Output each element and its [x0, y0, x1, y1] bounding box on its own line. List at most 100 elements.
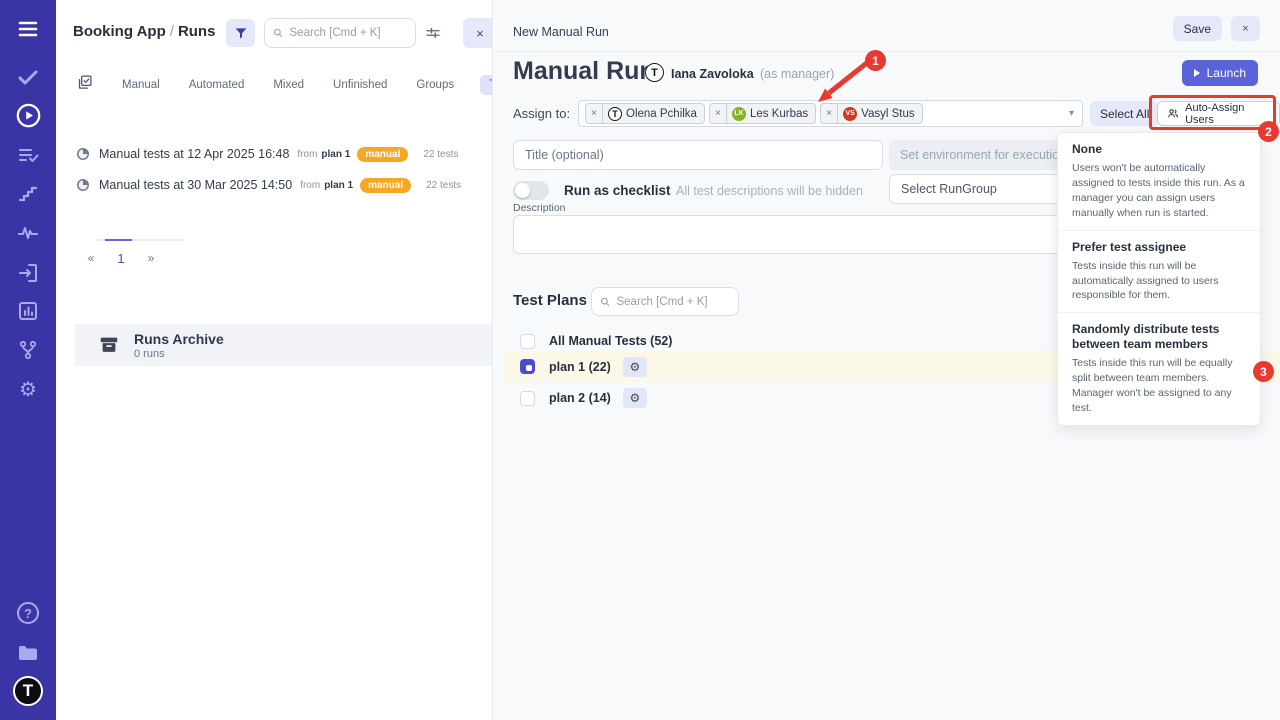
- breadcrumb-project[interactable]: Booking App: [73, 23, 166, 40]
- tab-mixed[interactable]: Mixed: [273, 79, 304, 91]
- runs-archive-row[interactable]: Runs Archive 0 runs: [75, 324, 493, 366]
- run-title: Manual tests at 30 Mar 2025 14:50: [99, 178, 292, 192]
- run-list-item[interactable]: Manual tests at 30 Mar 2025 14:50 from p…: [76, 174, 486, 196]
- run-type-badge: manual: [357, 147, 408, 162]
- plan-label[interactable]: plan 1 (22): [549, 360, 611, 374]
- settings-gear-icon[interactable]: ⚙: [0, 375, 56, 405]
- option-description: Tests inside this run will be equally sp…: [1072, 356, 1246, 416]
- help-glyph: ?: [24, 606, 32, 621]
- main-topbar: New Manual Run Save ×: [494, 0, 1280, 52]
- play-icon: [1194, 69, 1200, 77]
- close-panel-button[interactable]: ×: [1231, 16, 1260, 41]
- run-test-count: 22 tests: [426, 180, 461, 191]
- assign-to-label: Assign to:: [513, 106, 570, 121]
- remove-assignee-icon[interactable]: ×: [586, 104, 603, 123]
- plan1-checkbox[interactable]: [520, 359, 535, 374]
- analytics-icon[interactable]: [0, 296, 56, 326]
- runs-tabs: Manual Automated Mixed Unfinished Groups…: [56, 72, 492, 98]
- option-description: Tests inside this run will be automatica…: [1072, 259, 1246, 304]
- help-icon[interactable]: ?: [0, 598, 56, 628]
- run-plan-name: plan 1: [321, 149, 350, 160]
- pagination-next[interactable]: »: [136, 251, 166, 265]
- pagination: « 1 »: [76, 248, 216, 268]
- search-icon: [600, 296, 610, 308]
- description-label: Description: [513, 202, 566, 214]
- panel-close-button[interactable]: ×: [463, 18, 493, 48]
- option-prefer-assignee[interactable]: Prefer test assignee Tests inside this r…: [1058, 230, 1260, 313]
- tests-check-icon[interactable]: [0, 62, 56, 92]
- run-list-item[interactable]: Manual tests at 12 Apr 2025 16:48 from p…: [76, 143, 486, 165]
- archive-count: 0 runs: [134, 348, 224, 360]
- plan1-gear-button[interactable]: ⚙: [623, 357, 647, 377]
- filter-button[interactable]: [226, 19, 255, 47]
- assignee-name: Olena Pchilka: [626, 108, 704, 120]
- pagination-prev[interactable]: «: [76, 251, 106, 265]
- run-title: Manual tests at 12 Apr 2025 16:48: [99, 147, 289, 161]
- run-title-input[interactable]: [513, 140, 883, 170]
- all-manual-tests-checkbox[interactable]: [520, 334, 535, 349]
- test-plans-search: [591, 287, 739, 316]
- users-icon: [1167, 107, 1179, 120]
- runs-play-icon[interactable]: [0, 100, 56, 130]
- menu-icon[interactable]: [0, 14, 56, 44]
- app-window: ⚙ ? T Booking App/Runs ×: [0, 0, 1280, 720]
- funnel-icon: [233, 25, 249, 41]
- branch-icon[interactable]: [0, 335, 56, 365]
- assignee-chip: × VS Vasyl Stus: [820, 103, 922, 124]
- avatar: T: [608, 107, 622, 121]
- page-title: Manual Run: [513, 57, 655, 86]
- tab-automated[interactable]: Automated: [189, 79, 245, 91]
- assignee-name: Les Kurbas: [750, 108, 815, 120]
- option-random-distribute[interactable]: Randomly distribute tests between team m…: [1058, 312, 1260, 425]
- close-icon: ×: [1242, 23, 1248, 35]
- breadcrumb-separator: /: [166, 23, 178, 40]
- suites-list-icon[interactable]: [0, 140, 56, 170]
- assignee-chip: × LK Les Kurbas: [709, 103, 816, 124]
- plan2-checkbox[interactable]: [520, 391, 535, 406]
- archive-title: Runs Archive: [134, 331, 224, 347]
- assignee-chip: × T Olena Pchilka: [585, 103, 705, 124]
- test-plans-search-input[interactable]: [616, 296, 730, 308]
- option-title: Randomly distribute tests between team m…: [1072, 322, 1246, 352]
- runs-search-input[interactable]: [290, 27, 407, 39]
- run-as-checklist-toggle[interactable]: [513, 181, 549, 200]
- import-icon[interactable]: [0, 258, 56, 288]
- select-runs-icon[interactable]: [76, 74, 93, 96]
- annotation-step-2: 2: [1258, 121, 1279, 142]
- annotation-step-1: 1: [865, 50, 886, 71]
- assign-multiselect[interactable]: × T Olena Pchilka × LK Les Kurbas × VS V…: [578, 100, 1083, 127]
- plan2-gear-button[interactable]: ⚙: [623, 388, 647, 408]
- gear-icon: ⚙: [629, 360, 640, 374]
- option-title: None: [1072, 142, 1246, 157]
- steps-icon[interactable]: [0, 178, 56, 208]
- launch-button[interactable]: Launch: [1182, 60, 1258, 86]
- folder-icon[interactable]: [0, 638, 56, 668]
- test-plans-title: Test Plans: [513, 292, 587, 309]
- option-none[interactable]: None Users won't be automatically assign…: [1058, 133, 1260, 230]
- plan-label[interactable]: All Manual Tests (52): [549, 334, 672, 348]
- logo-letter: T: [23, 681, 33, 701]
- pagination-page-1[interactable]: 1: [106, 251, 136, 266]
- assignee-name: Vasyl Stus: [861, 108, 921, 120]
- pulse-icon[interactable]: [0, 218, 56, 248]
- tab-manual[interactable]: Manual: [122, 79, 160, 91]
- app-sidebar: ⚙ ? T: [0, 0, 56, 720]
- run-from-label: from: [300, 180, 320, 191]
- select-all-button[interactable]: Select All: [1090, 101, 1159, 126]
- app-logo[interactable]: T: [0, 676, 56, 706]
- breadcrumb: Booking App/Runs: [73, 23, 215, 40]
- tab-unfinished[interactable]: Unfinished: [333, 79, 387, 91]
- remove-assignee-icon[interactable]: ×: [821, 104, 838, 123]
- remove-assignee-icon[interactable]: ×: [710, 104, 727, 123]
- save-button[interactable]: Save: [1173, 16, 1222, 41]
- tune-sliders-icon[interactable]: [424, 24, 446, 44]
- avatar: VS: [843, 107, 857, 121]
- tab-to-review[interactable]: To Review: [480, 75, 493, 95]
- chevron-down-icon[interactable]: ▾: [1069, 108, 1074, 119]
- archive-box-icon: [98, 334, 120, 356]
- close-icon: ×: [476, 26, 484, 41]
- tab-groups[interactable]: Groups: [416, 79, 454, 91]
- run-status-icon: [76, 178, 90, 192]
- plan-label[interactable]: plan 2 (14): [549, 391, 611, 405]
- annotation-step-3: 3: [1253, 361, 1274, 382]
